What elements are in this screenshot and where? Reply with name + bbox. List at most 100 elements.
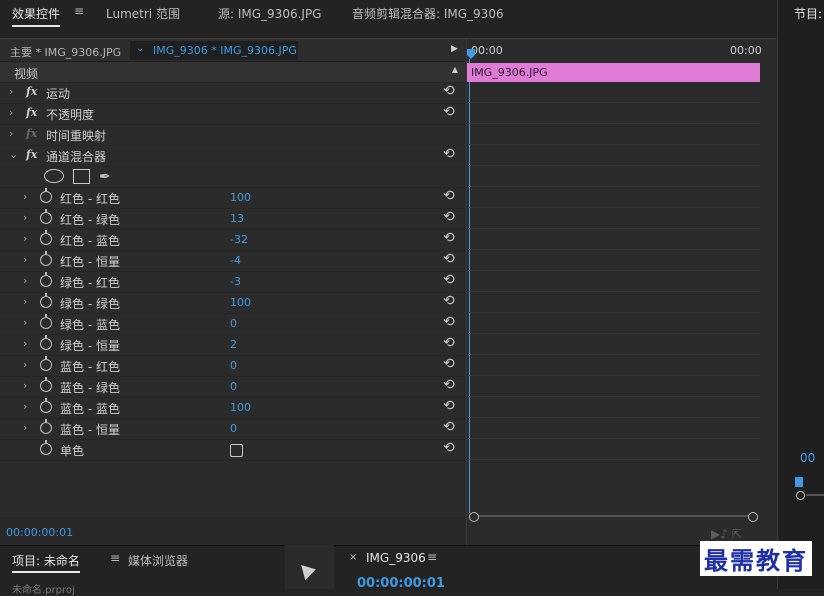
chevron-right-icon[interactable]: › (23, 358, 27, 371)
selection-tool-icon[interactable] (301, 561, 318, 581)
chevron-right-icon[interactable]: › (23, 295, 27, 308)
reset-icon[interactable]: ⟲ (443, 335, 455, 351)
tab-effect-controls[interactable]: 效果控件 (12, 5, 61, 27)
chevron-right-icon[interactable]: › (9, 127, 13, 140)
timeline-ruler[interactable]: 00:00 00:00 (467, 39, 763, 61)
monochrome-checkbox[interactable] (230, 444, 243, 457)
reset-icon[interactable]: ⟲ (443, 356, 455, 372)
stopwatch-icon[interactable] (40, 356, 52, 371)
stopwatch-icon[interactable] (40, 419, 52, 434)
close-icon[interactable]: × (349, 552, 357, 563)
panel-menu-icon[interactable]: ≡ (74, 4, 84, 18)
tab-media-browser[interactable]: 媒体浏览器 (128, 552, 188, 569)
tab-audio-clip-mixer[interactable]: 音频剪辑混合器: IMG_9306 (352, 5, 504, 22)
program-playhead[interactable] (795, 477, 803, 487)
reset-icon[interactable]: ⟲ (443, 188, 455, 204)
stopwatch-icon[interactable] (40, 377, 52, 392)
param-value[interactable]: 0 (230, 317, 237, 330)
scrollbar-left-handle[interactable] (469, 512, 479, 522)
reset-icon[interactable]: ⟲ (443, 377, 455, 393)
chevron-right-icon[interactable]: › (23, 253, 27, 266)
stopwatch-icon[interactable] (40, 293, 52, 308)
chevron-right-icon[interactable]: › (23, 274, 27, 287)
program-timecode[interactable]: 00 (800, 451, 815, 465)
param-value[interactable]: 13 (230, 212, 244, 225)
param-value[interactable]: -4 (230, 254, 241, 267)
tab-lumetri-scopes[interactable]: Lumetri 范围 (106, 5, 180, 22)
reset-icon[interactable]: ⟲ (443, 251, 455, 267)
pen-mask-icon[interactable]: ✒ (99, 169, 111, 185)
chevron-right-icon[interactable]: › (9, 85, 13, 98)
collapse-up-icon[interactable]: ▲ (452, 65, 458, 74)
reset-icon[interactable]: ⟲ (443, 419, 455, 435)
chevron-right-icon[interactable]: › (9, 106, 13, 119)
reset-icon[interactable]: ⟲ (443, 104, 455, 120)
chevron-right-icon[interactable]: › (23, 337, 27, 350)
scrollbar-track[interactable] (806, 494, 824, 496)
reset-icon[interactable]: ⟲ (443, 293, 455, 309)
panel-menu-icon[interactable]: ≡ (427, 550, 437, 564)
sequence-clip-label[interactable]: IMG_9306 * IMG_9306.JPG (153, 44, 297, 57)
fx-icon[interactable]: fx (26, 85, 37, 98)
effect-row-opacity[interactable]: › fx 不透明度 ⟲ (0, 104, 465, 125)
effect-row-motion[interactable]: › fx 运动 ⟲ (0, 83, 465, 104)
fx-icon[interactable]: fx (26, 148, 37, 161)
reset-icon[interactable]: ⟲ (443, 83, 455, 99)
chevron-right-icon[interactable]: › (23, 211, 27, 224)
tab-source-monitor[interactable]: 源: IMG_9306.JPG (218, 5, 321, 22)
param-value[interactable]: 0 (230, 422, 237, 435)
param-value[interactable]: -32 (230, 233, 248, 246)
stopwatch-icon[interactable] (40, 209, 52, 224)
program-monitor-title[interactable]: 节目: (794, 5, 822, 22)
stopwatch-icon[interactable] (40, 188, 52, 203)
stopwatch-icon[interactable] (40, 251, 52, 266)
reset-icon[interactable]: ⟲ (443, 398, 455, 414)
chevron-right-icon[interactable]: › (23, 400, 27, 413)
param-value[interactable]: 100 (230, 191, 251, 204)
stopwatch-icon[interactable] (40, 335, 52, 350)
chevron-right-icon[interactable]: › (23, 190, 27, 203)
timeline-zoom-scrollbar[interactable] (469, 512, 759, 522)
play-audio-icon[interactable]: ▶♪ (711, 527, 728, 541)
tab-sequence[interactable]: IMG_9306 (366, 551, 426, 565)
param-value[interactable]: 2 (230, 338, 237, 351)
scrollbar-right-handle[interactable] (748, 512, 758, 522)
effect-row-time-remap[interactable]: › fx 时间重映射 (0, 125, 465, 146)
param-value[interactable]: 0 (230, 359, 237, 372)
reset-icon[interactable]: ⟲ (443, 209, 455, 225)
stopwatch-icon[interactable] (40, 314, 52, 329)
reset-icon[interactable]: ⟲ (443, 272, 455, 288)
param-value[interactable]: 0 (230, 380, 237, 393)
scrollbar-track[interactable] (475, 515, 751, 517)
current-timecode[interactable]: 00:00:00:01 (6, 526, 73, 539)
tab-project[interactable]: 项目: 未命名 (12, 552, 80, 573)
stopwatch-icon[interactable] (40, 440, 52, 455)
chevron-right-icon[interactable]: › (23, 316, 27, 329)
chevron-right-icon[interactable]: › (23, 379, 27, 392)
stopwatch-icon[interactable] (40, 230, 52, 245)
param-value[interactable]: 100 (230, 296, 251, 309)
play-triangle-icon[interactable]: ▶ (451, 44, 458, 54)
export-frame-icon[interactable]: ⇱ (732, 527, 742, 541)
stopwatch-icon[interactable] (40, 272, 52, 287)
fx-icon[interactable]: fx (26, 106, 37, 119)
ellipse-mask-icon[interactable] (44, 169, 64, 183)
reset-icon[interactable]: ⟲ (443, 230, 455, 246)
param-value[interactable]: 100 (230, 401, 251, 414)
reset-icon[interactable]: ⟲ (443, 440, 455, 456)
clip-bar[interactable]: IMG_9306.JPG (467, 63, 760, 82)
reset-icon[interactable]: ⟲ (443, 146, 455, 162)
master-clip-label[interactable]: 主要 * IMG_9306.JPG (10, 44, 121, 60)
panel-menu-icon[interactable]: ≡ (110, 551, 120, 565)
chevron-right-icon[interactable]: › (23, 232, 27, 245)
effect-row-channel-mixer[interactable]: ⌄ fx 通道混合器 ⟲ (0, 146, 465, 167)
chevron-down-icon[interactable]: ⌄ (136, 43, 144, 54)
stopwatch-icon[interactable] (40, 398, 52, 413)
rectangle-mask-icon[interactable] (73, 169, 90, 184)
chevron-down-icon[interactable]: ⌄ (9, 148, 18, 161)
reset-icon[interactable]: ⟲ (443, 314, 455, 330)
chevron-right-icon[interactable]: › (23, 421, 27, 434)
param-value[interactable]: -3 (230, 275, 241, 288)
program-scrollbar[interactable] (796, 491, 824, 500)
scrollbar-handle[interactable] (796, 491, 805, 500)
